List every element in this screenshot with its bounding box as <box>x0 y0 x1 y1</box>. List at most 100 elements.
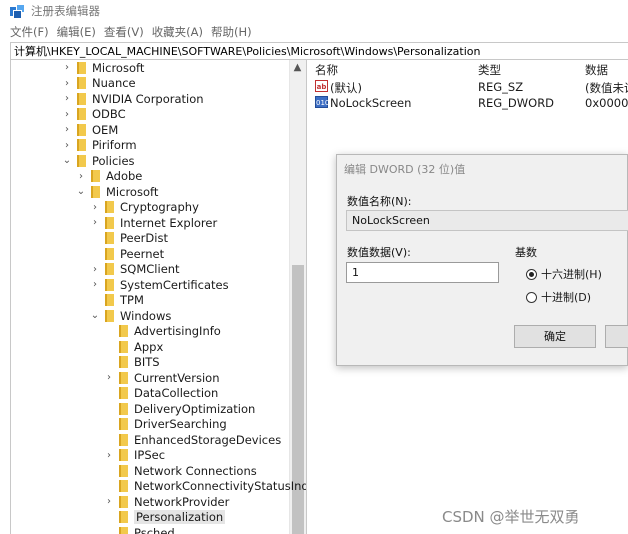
folder-icon <box>119 464 128 477</box>
chevron-right-icon[interactable]: › <box>61 78 73 89</box>
tree-item-label: DriverSearching <box>134 417 227 432</box>
tree-item-odbc[interactable]: › ODBC <box>61 107 126 123</box>
window-title: 注册表编辑器 <box>31 4 100 18</box>
scroll-up-icon[interactable]: ▲ <box>289 60 306 76</box>
chevron-right-icon[interactable]: › <box>103 450 115 461</box>
radio-checked-icon[interactable] <box>526 268 537 280</box>
chevron-right-icon[interactable]: › <box>61 124 73 135</box>
folder-icon <box>105 278 114 291</box>
chevron-down-icon[interactable]: ⌄ <box>61 155 73 166</box>
tree-item-label: Nuance <box>92 76 136 91</box>
chevron-right-icon[interactable]: › <box>103 372 115 383</box>
tree-item-label: SQMClient <box>120 262 180 277</box>
tree-item-currentversion[interactable]: › CurrentVersion <box>103 370 219 386</box>
value-name-field[interactable]: NoLockScreen <box>346 210 628 231</box>
column-header-type[interactable]: 类型 <box>478 62 501 78</box>
tree-item-networkconnectivitystatusindi[interactable]: NetworkConnectivityStatusIndi <box>103 479 306 495</box>
tree-item-policies[interactable]: ⌄ Policies <box>61 153 135 169</box>
tree-item-datacollection[interactable]: DataCollection <box>103 386 218 402</box>
chevron-right-icon[interactable]: › <box>61 62 73 73</box>
chevron-down-icon[interactable]: ⌄ <box>75 186 87 197</box>
tree-item-networkprovider[interactable]: › NetworkProvider <box>103 494 229 510</box>
tree-item-tpm[interactable]: TPM <box>89 293 144 309</box>
tree-item-windows[interactable]: ⌄ Windows <box>89 308 172 324</box>
tree-item-label: TPM <box>120 293 144 308</box>
edit-dword-dialog: 编辑 DWORD (32 位)值 数值名称(N): NoLockScreen 数… <box>336 154 628 366</box>
tree-item-label: EnhancedStorageDevices <box>134 432 282 447</box>
menu-view[interactable]: 查看(V) <box>104 24 144 40</box>
tree-item-adobe[interactable]: › Adobe <box>75 169 142 185</box>
menu-edit[interactable]: 编辑(E) <box>57 24 96 40</box>
tree-scrollbar[interactable]: ▲ <box>289 60 306 534</box>
radio-unchecked-icon[interactable] <box>526 291 537 303</box>
column-header-data[interactable]: 数据 <box>585 62 608 78</box>
tree-item-label: Peernet <box>120 246 165 261</box>
value-data-field[interactable]: 1 <box>346 262 499 283</box>
ok-button[interactable]: 确定 <box>514 325 596 348</box>
radio-hex-label: 十六进制(H) <box>541 268 602 281</box>
tree-item-peernet[interactable]: Peernet <box>89 246 164 262</box>
tree-item-network-connections[interactable]: Network Connections <box>103 463 257 479</box>
tree-item-label: ODBC <box>92 107 126 122</box>
folder-icon <box>119 387 128 400</box>
value-row-nolockscreen[interactable]: 010 NoLockScreen REG_DWORD 0x00000 <box>308 96 628 112</box>
radio-dec[interactable]: 十进制(D) <box>526 289 591 305</box>
tree-item-psched[interactable]: Psched <box>103 525 175 534</box>
folder-icon <box>105 216 114 229</box>
chevron-right-icon[interactable]: › <box>89 264 101 275</box>
chevron-right-icon[interactable]: › <box>89 202 101 213</box>
chevron-right-icon[interactable]: › <box>103 496 115 507</box>
folder-icon <box>119 325 128 338</box>
tree-item-internet-explorer[interactable]: › Internet Explorer <box>89 215 217 231</box>
tree-item-label: Psched <box>134 525 175 534</box>
chevron-right-icon[interactable]: › <box>75 171 87 182</box>
cancel-button[interactable] <box>605 325 628 348</box>
tree-item-advertisinginfo[interactable]: AdvertisingInfo <box>103 324 221 340</box>
tree-item-label: Microsoft <box>106 184 159 199</box>
value-row-default[interactable]: ab (默认) REG_SZ (数值未设 <box>308 80 628 96</box>
tree-item-systemcertificates[interactable]: › SystemCertificates <box>89 277 229 293</box>
tree-item-cryptography[interactable]: › Cryptography <box>89 200 199 216</box>
address-bar[interactable]: 计算机\HKEY_LOCAL_MACHINE\SOFTWARE\Policies… <box>10 42 628 60</box>
tree-item-personalization[interactable]: Personalization <box>103 510 226 526</box>
menu-file[interactable]: 文件(F) <box>10 24 49 40</box>
chevron-right-icon[interactable]: › <box>89 279 101 290</box>
tree-item-ipsec[interactable]: › IPSec <box>103 448 165 464</box>
tree-item-bits[interactable]: BITS <box>103 355 160 371</box>
menu-help[interactable]: 帮助(H) <box>211 24 252 40</box>
tree-item-label: Piriform <box>92 138 137 153</box>
folder-icon <box>119 449 128 462</box>
folder-icon <box>119 356 128 369</box>
tree-item-microsoft[interactable]: › Microsoft <box>61 60 144 76</box>
column-header-name[interactable]: 名称 <box>315 62 338 78</box>
chevron-down-icon[interactable]: ⌄ <box>89 310 101 321</box>
chevron-right-icon[interactable]: › <box>89 217 101 228</box>
chevron-right-icon[interactable]: › <box>61 93 73 104</box>
folder-icon <box>77 108 86 121</box>
tree-item-piriform[interactable]: › Piriform <box>61 138 137 154</box>
tree-item-deliveryoptimization[interactable]: DeliveryOptimization <box>103 401 255 417</box>
tree-item-nuance[interactable]: › Nuance <box>61 76 136 92</box>
tree-item-oem[interactable]: › OEM <box>61 122 118 138</box>
tree-item-label: Policies <box>92 153 135 168</box>
tree-item-driversearching[interactable]: DriverSearching <box>103 417 227 433</box>
folder-icon <box>105 309 114 322</box>
tree-item-peerdist[interactable]: PeerDist <box>89 231 168 247</box>
chevron-right-icon[interactable]: › <box>61 140 73 151</box>
folder-icon <box>119 340 128 353</box>
tree-item-microsoft[interactable]: ⌄ Microsoft <box>75 184 159 200</box>
tree-item-enhancedstoragedevices[interactable]: EnhancedStorageDevices <box>103 432 281 448</box>
chevron-right-icon[interactable]: › <box>61 109 73 120</box>
tree-item-label: Internet Explorer <box>120 215 218 230</box>
tree-item-nvidia-corporation[interactable]: › NVIDIA Corporation <box>61 91 204 107</box>
folder-icon <box>119 433 128 446</box>
folder-icon <box>119 511 128 524</box>
radio-hex[interactable]: 十六进制(H) <box>526 266 602 282</box>
tree-item-label: OEM <box>92 122 119 137</box>
menu-favorites[interactable]: 收藏夹(A) <box>152 24 203 40</box>
tree-item-label: Windows <box>120 308 172 323</box>
folder-icon <box>119 418 128 431</box>
tree-item-appx[interactable]: Appx <box>103 339 163 355</box>
value-name-label: 数值名称(N): <box>347 195 412 208</box>
tree-item-sqmclient[interactable]: › SQMClient <box>89 262 180 278</box>
